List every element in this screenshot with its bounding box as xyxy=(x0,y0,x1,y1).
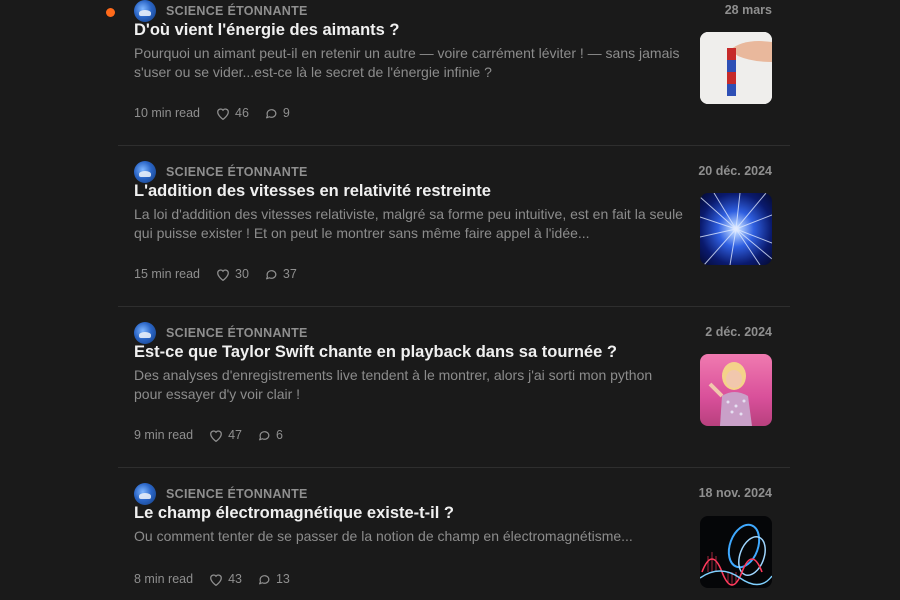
heart-icon[interactable] xyxy=(209,573,223,586)
read-time: 15 min read xyxy=(134,267,201,281)
post-item[interactable]: SCIENCE ÉTONNANTE 2 déc. 2024 Est-ce que… xyxy=(118,306,790,457)
publication-avatar[interactable] xyxy=(134,483,156,505)
post-meta: SCIENCE ÉTONNANTE xyxy=(134,483,308,505)
publication-name[interactable]: SCIENCE ÉTONNANTE xyxy=(166,4,308,18)
like-count: 47 xyxy=(228,428,242,442)
publication-avatar[interactable] xyxy=(134,161,156,183)
read-time: 10 min read xyxy=(134,106,201,120)
post-stats: 9 min read 47 6 xyxy=(134,428,283,442)
post-item[interactable]: SCIENCE ÉTONNANTE 28 mars D'où vient l'é… xyxy=(106,0,790,135)
comment-bubble-icon[interactable] xyxy=(258,429,271,442)
post-item[interactable]: SCIENCE ÉTONNANTE 18 nov. 2024 Le champ … xyxy=(118,467,790,600)
post-date: 20 déc. 2024 xyxy=(698,164,772,178)
publication-avatar[interactable] xyxy=(134,0,156,22)
like-count: 43 xyxy=(228,572,242,586)
comment-count: 6 xyxy=(275,428,283,442)
post-date: 2 déc. 2024 xyxy=(705,325,772,339)
post-meta: SCIENCE ÉTONNANTE xyxy=(134,161,308,183)
post-subtitle[interactable]: Ou comment tenter de se passer de la not… xyxy=(134,527,684,546)
post-meta: SCIENCE ÉTONNANTE xyxy=(134,322,308,344)
post-thumbnail-magnets[interactable] xyxy=(700,32,772,104)
post-title[interactable]: Est-ce que Taylor Swift chante en playba… xyxy=(134,343,694,362)
post-title[interactable]: L'addition des vitesses en relativité re… xyxy=(134,182,694,201)
post-title[interactable]: Le champ électromagnétique existe-t-il ? xyxy=(134,504,694,523)
comment-count: 37 xyxy=(282,267,297,281)
comment-count: 13 xyxy=(275,572,290,586)
read-time: 9 min read xyxy=(134,428,194,442)
like-count: 46 xyxy=(235,106,249,120)
post-thumbnail-em-wave[interactable] xyxy=(700,516,772,588)
post-subtitle[interactable]: Pourquoi un aimant peut-il en retenir un… xyxy=(134,44,684,82)
post-stats: 10 min read 46 9 xyxy=(134,106,290,120)
read-time: 8 min read xyxy=(134,572,194,586)
publication-name[interactable]: SCIENCE ÉTONNANTE xyxy=(166,165,308,179)
post-stats: 8 min read 43 13 xyxy=(134,572,290,586)
post-subtitle[interactable]: Des analyses d'enregistrements live tend… xyxy=(134,366,684,404)
unread-indicator xyxy=(106,8,115,17)
like-count: 30 xyxy=(235,267,249,281)
post-thumbnail-hyperspace[interactable] xyxy=(700,193,772,265)
post-feed: SCIENCE ÉTONNANTE 28 mars D'où vient l'é… xyxy=(0,0,900,600)
post-subtitle[interactable]: La loi d'addition des vitesses relativis… xyxy=(134,205,684,243)
publication-name[interactable]: SCIENCE ÉTONNANTE xyxy=(166,326,308,340)
post-date: 28 mars xyxy=(724,3,772,17)
heart-icon[interactable] xyxy=(209,429,223,442)
post-meta: SCIENCE ÉTONNANTE xyxy=(134,0,308,22)
post-title[interactable]: D'où vient l'énergie des aimants ? xyxy=(134,21,694,40)
comment-bubble-icon[interactable] xyxy=(265,268,278,281)
heart-icon[interactable] xyxy=(216,268,230,281)
post-item[interactable]: SCIENCE ÉTONNANTE 20 déc. 2024 L'additio… xyxy=(118,145,790,296)
publication-avatar[interactable] xyxy=(134,322,156,344)
publication-name[interactable]: SCIENCE ÉTONNANTE xyxy=(166,487,308,501)
post-date: 18 nov. 2024 xyxy=(698,486,772,500)
post-stats: 15 min read 30 37 xyxy=(134,267,297,281)
comment-count: 9 xyxy=(282,106,290,120)
comment-bubble-icon[interactable] xyxy=(258,573,271,586)
heart-icon[interactable] xyxy=(216,107,230,120)
comment-bubble-icon[interactable] xyxy=(265,107,278,120)
post-thumbnail-singer[interactable] xyxy=(700,354,772,426)
